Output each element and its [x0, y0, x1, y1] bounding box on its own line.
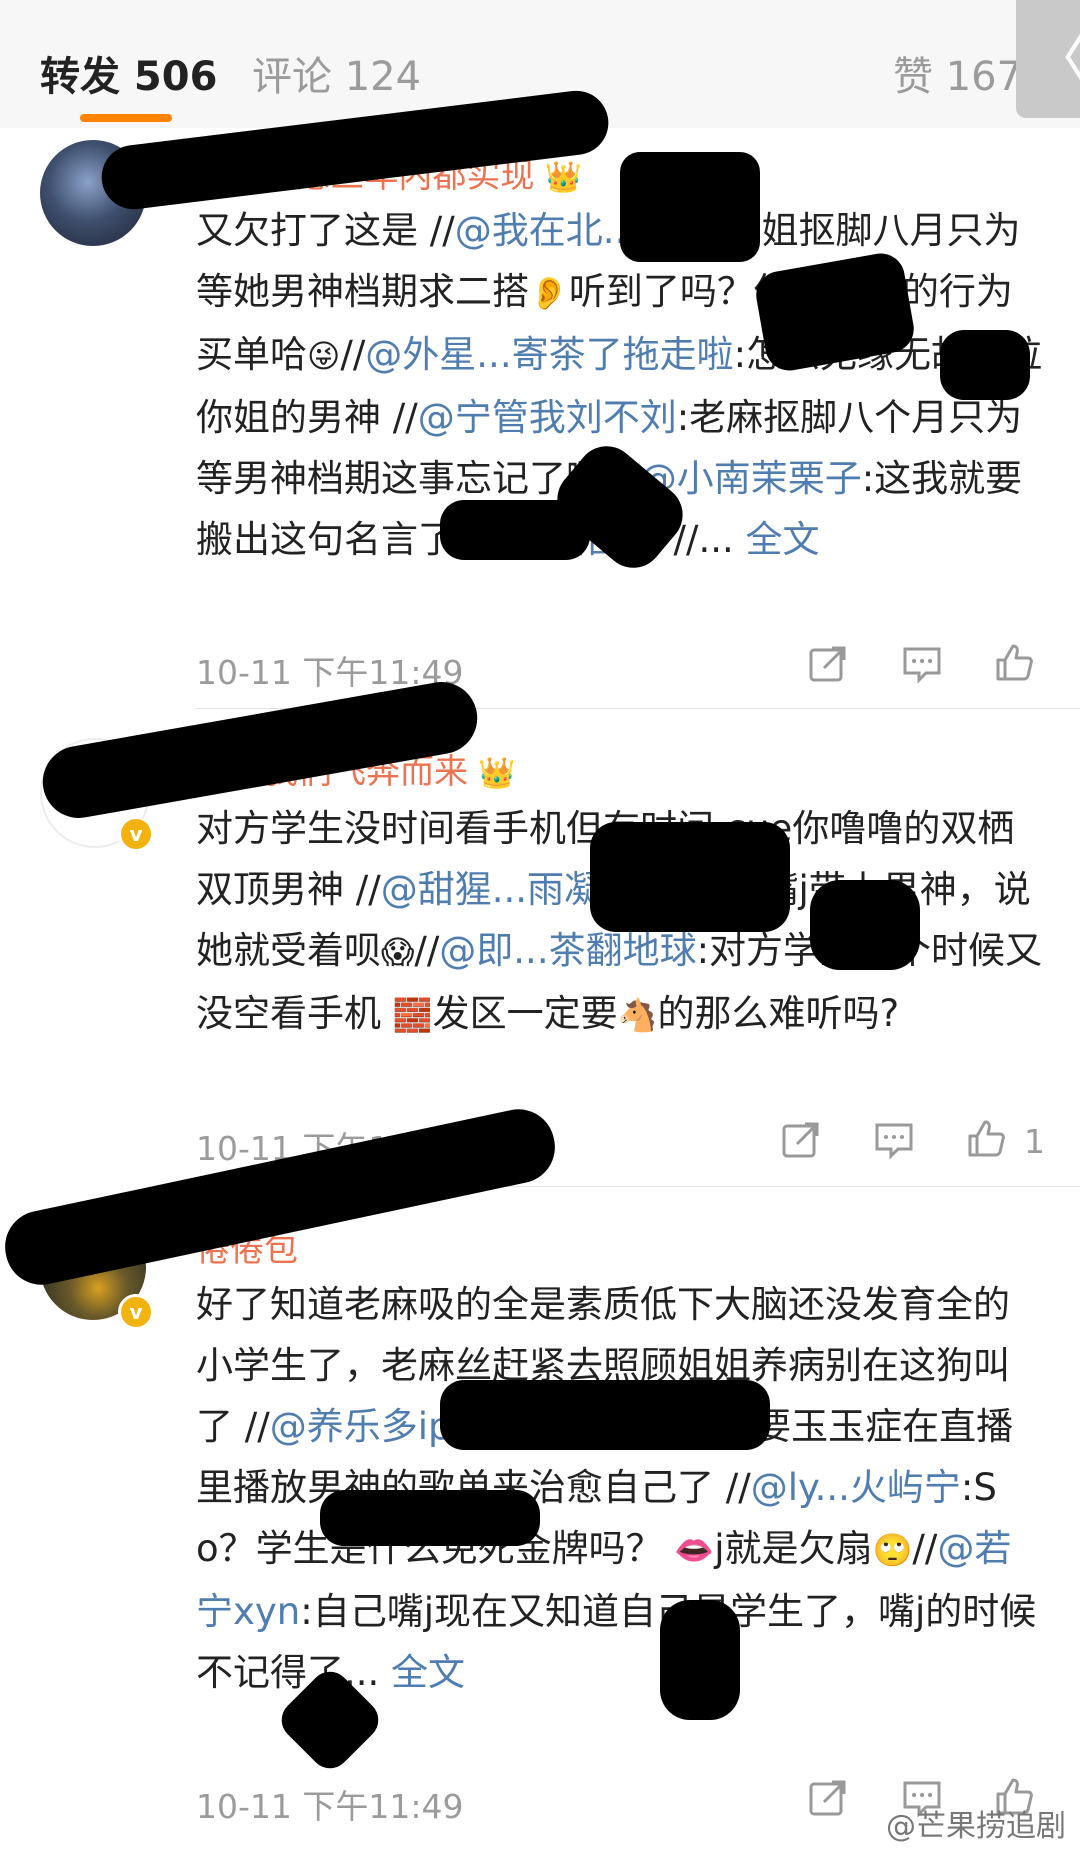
- mention-link[interactable]: 全文: [391, 1651, 465, 1694]
- redaction-mark: [940, 330, 1030, 400]
- redaction-mark: [590, 822, 790, 932]
- comment-icon[interactable]: [902, 644, 942, 684]
- emoji-icon: 😱: [381, 933, 415, 971]
- redaction-mark: [440, 1380, 770, 1450]
- tab-comment[interactable]: 评论 124: [252, 44, 421, 102]
- comment-text: 好了知道老麻吸的全是素质低下大脑还没发育全的小学生了，老麻丝赶紧去照顾姐姐养病别…: [196, 1274, 1046, 1703]
- emoji-icon: 🐴: [617, 996, 658, 1034]
- redaction-mark: [660, 1600, 740, 1720]
- chevron-left-icon: 〈: [1030, 30, 1080, 90]
- share-icon[interactable]: [808, 1778, 848, 1818]
- mention-link[interactable]: @ly...火屿宁: [751, 1466, 961, 1509]
- mention-link[interactable]: @宁管我刘不刘: [418, 396, 677, 439]
- comment-text-segment: //: [912, 1527, 938, 1570]
- tab-repost[interactable]: 转发 506: [40, 44, 217, 102]
- redaction-mark: [440, 500, 590, 560]
- verified-badge-icon: v: [118, 1294, 154, 1330]
- comment-text-segment: 发区一定要: [432, 992, 618, 1035]
- like-icon[interactable]: [966, 1118, 1006, 1158]
- redaction-mark: [620, 152, 760, 262]
- mention-link[interactable]: 全文: [746, 518, 820, 561]
- emoji-icon: 👂: [529, 274, 569, 312]
- crown-icon: 👑: [544, 160, 582, 195]
- mention-link[interactable]: @即...茶翻地球: [439, 929, 696, 972]
- share-icon[interactable]: [808, 644, 848, 684]
- comment-text-segment: //: [340, 333, 366, 376]
- comment-text-segment: j就是欠扇: [714, 1527, 873, 1570]
- tab-like[interactable]: 赞 167: [893, 44, 1022, 102]
- mention-link[interactable]: @外星...寄茶了拖走啦: [365, 333, 733, 376]
- emoji-icon: 👄: [674, 1531, 715, 1569]
- emoji-icon: 🙄: [872, 1531, 913, 1569]
- comment-text-segment: 的那么难听吗?: [657, 992, 900, 1035]
- verified-badge-icon: v: [118, 816, 154, 852]
- crown-icon: 👑: [478, 756, 516, 791]
- redaction-mark: [810, 880, 920, 970]
- comment-icon[interactable]: [874, 1120, 914, 1160]
- redaction-mark: [320, 1490, 540, 1546]
- active-tab-indicator: [80, 114, 172, 122]
- emoji-icon: 😜: [307, 337, 341, 375]
- timestamp: 10-11 下午11:49: [196, 1787, 464, 1826]
- comment-text-segment: 又欠打了这是 //: [196, 209, 455, 252]
- side-panel-handle[interactable]: 〈: [1016, 0, 1080, 118]
- emoji-icon: 🧱: [392, 996, 433, 1034]
- comment-text-segment: //: [414, 929, 440, 972]
- like-icon[interactable]: [994, 642, 1034, 682]
- watermark: @芒果捞追剧: [886, 1809, 1066, 1844]
- like-count: 1: [1024, 1122, 1045, 1161]
- share-icon[interactable]: [781, 1120, 821, 1160]
